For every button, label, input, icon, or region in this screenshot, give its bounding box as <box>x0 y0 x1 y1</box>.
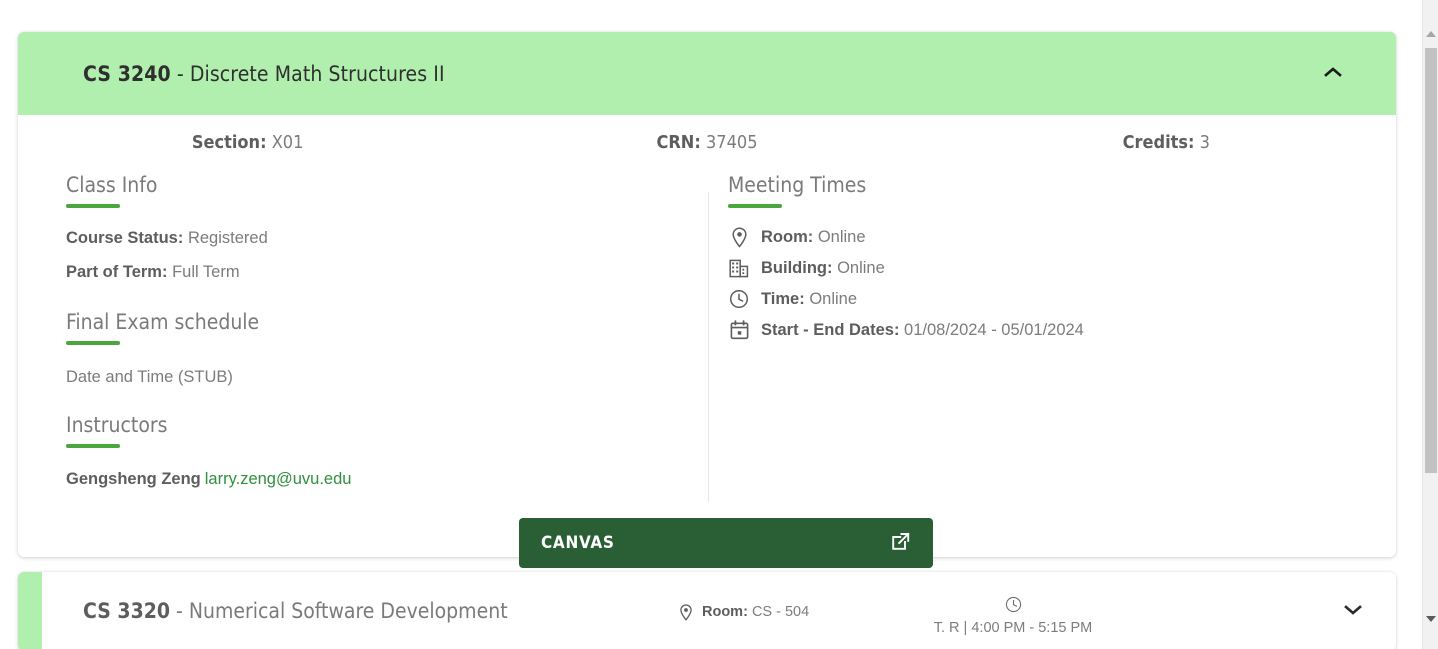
heading-underline <box>66 341 120 345</box>
meeting-time-label: Time: <box>761 289 805 308</box>
scroll-down-arrow-icon[interactable] <box>1423 610 1438 627</box>
course-status-label: Course Status: <box>66 229 184 247</box>
course-card-expanded: CS 3240 - Discrete Math Structures II Se… <box>18 32 1396 568</box>
instructor-row: Gengsheng Zeng larry.zeng@uvu.edu <box>66 470 686 489</box>
clipped-next-row-text <box>1290 645 1293 649</box>
scroll-up-arrow-icon[interactable] <box>1423 25 1438 42</box>
meeting-time-row: Time: Online <box>728 288 1348 310</box>
part-of-term-value: Full Term <box>172 263 240 281</box>
course-list-scroll-area[interactable]: CS 3240 - Discrete Math Structures II Se… <box>0 0 1400 649</box>
part-of-term-row: Part of Term: Full Term <box>66 262 686 283</box>
crn-label: CRN: <box>656 132 701 153</box>
instructor-email-link[interactable]: larry.zeng@uvu.edu <box>205 470 352 488</box>
course-card-collapsed[interactable]: CS 3320 - Numerical Software Development… <box>18 572 1396 649</box>
collapsed-room-label: Room: <box>702 604 748 620</box>
expand-course-button[interactable] <box>1338 597 1368 627</box>
meeting-building-text: Building: Online <box>761 258 885 279</box>
meeting-dates-row: Start - End Dates: 01/08/2024 - 05/01/20… <box>728 319 1348 341</box>
calendar-icon <box>728 319 750 341</box>
part-of-term-label: Part of Term: <box>66 263 168 281</box>
scrollbar-thumb[interactable] <box>1425 48 1437 473</box>
course-name: Discrete Math Structures II <box>189 61 445 86</box>
section-label: Section: <box>191 132 267 153</box>
meeting-building-label: Building: <box>761 258 833 277</box>
section-value: X01 <box>271 132 304 153</box>
course-title-separator: - <box>176 599 183 623</box>
credits-meta: Credits: 3 <box>937 132 1396 153</box>
class-info-column: Class Info Course Status: Registered Par… <box>66 172 686 489</box>
final-exam-datetime: Date and Time (STUB) <box>66 368 233 386</box>
clock-icon <box>728 288 750 310</box>
meeting-room-label: Room: <box>761 227 814 246</box>
final-exam-heading: Final Exam schedule <box>66 310 260 334</box>
course-code: CS 3240 <box>83 61 171 86</box>
meeting-room-value: Online <box>817 227 866 246</box>
course-status-row: Course Status: Registered <box>66 228 686 249</box>
meeting-time-value: Online <box>809 289 858 308</box>
canvas-button[interactable]: CANVAS <box>519 518 933 568</box>
course-detail-columns: Class Info Course Status: Registered Par… <box>18 172 1396 512</box>
crn-value: 37405 <box>706 132 758 153</box>
course-title: CS 3240 - Discrete Math Structures II <box>83 62 445 86</box>
collapsed-room-info: Room: CS - 504 <box>678 602 809 623</box>
heading-underline <box>66 444 120 448</box>
credits-label: Credits: <box>1122 132 1195 153</box>
credits-value: 3 <box>1199 132 1210 153</box>
collapse-course-button[interactable] <box>1318 59 1348 89</box>
meeting-dates-label: Start - End Dates: <box>761 320 900 339</box>
meeting-room-row: Room: Online <box>728 226 1348 248</box>
meeting-times-heading: Meeting Times <box>728 173 867 197</box>
chevron-down-icon <box>1343 603 1363 620</box>
chevron-up-icon <box>1323 65 1343 82</box>
instructors-heading: Instructors <box>66 413 168 437</box>
course-status-value: Registered <box>187 229 268 247</box>
external-link-icon <box>890 531 911 555</box>
column-divider <box>708 192 709 502</box>
collapsed-time-value: T. R | 4:00 PM - 5:15 PM <box>933 620 1093 636</box>
meeting-dates-value: 01/08/2024 - 05/01/2024 <box>904 320 1084 339</box>
vertical-scrollbar[interactable] <box>1422 0 1438 649</box>
section-meta: Section: X01 <box>18 132 477 153</box>
collapsed-room-value: CS - 504 <box>751 604 810 620</box>
course-code: CS 3320 <box>83 599 171 623</box>
course-meta-row: Section: X01 CRN: 37405 Credits: 3 <box>18 115 1396 170</box>
building-icon <box>728 257 750 279</box>
meeting-room-text: Room: Online <box>761 227 866 248</box>
meeting-building-row: Building: Online <box>728 257 1348 279</box>
course-name: Numerical Software Development <box>188 599 508 623</box>
course-title: CS 3320 - Numerical Software Development <box>83 599 508 623</box>
canvas-button-label: CANVAS <box>541 533 615 553</box>
instructor-name: Gengsheng Zeng <box>66 470 201 488</box>
course-card-header[interactable]: CS 3240 - Discrete Math Structures II <box>18 32 1396 115</box>
course-status-strip <box>18 572 42 649</box>
heading-underline <box>728 204 782 208</box>
meeting-dates-text: Start - End Dates: 01/08/2024 - 05/01/20… <box>761 320 1084 341</box>
course-title-separator: - <box>176 61 184 86</box>
meeting-building-value: Online <box>837 258 885 277</box>
collapsed-room-text: Room: CS - 504 <box>702 602 809 623</box>
location-pin-icon <box>678 604 694 621</box>
clock-icon <box>918 596 1108 618</box>
location-pin-icon <box>728 226 750 248</box>
crn-meta: CRN: 37405 <box>477 132 936 153</box>
meeting-times-column: Meeting Times Room: Online Building: Onl… <box>728 172 1348 341</box>
collapsed-time-info: T. R | 4:00 PM - 5:15 PM <box>918 596 1108 637</box>
class-info-heading: Class Info <box>66 173 158 197</box>
heading-underline <box>66 204 120 208</box>
meeting-time-text: Time: Online <box>761 289 857 310</box>
